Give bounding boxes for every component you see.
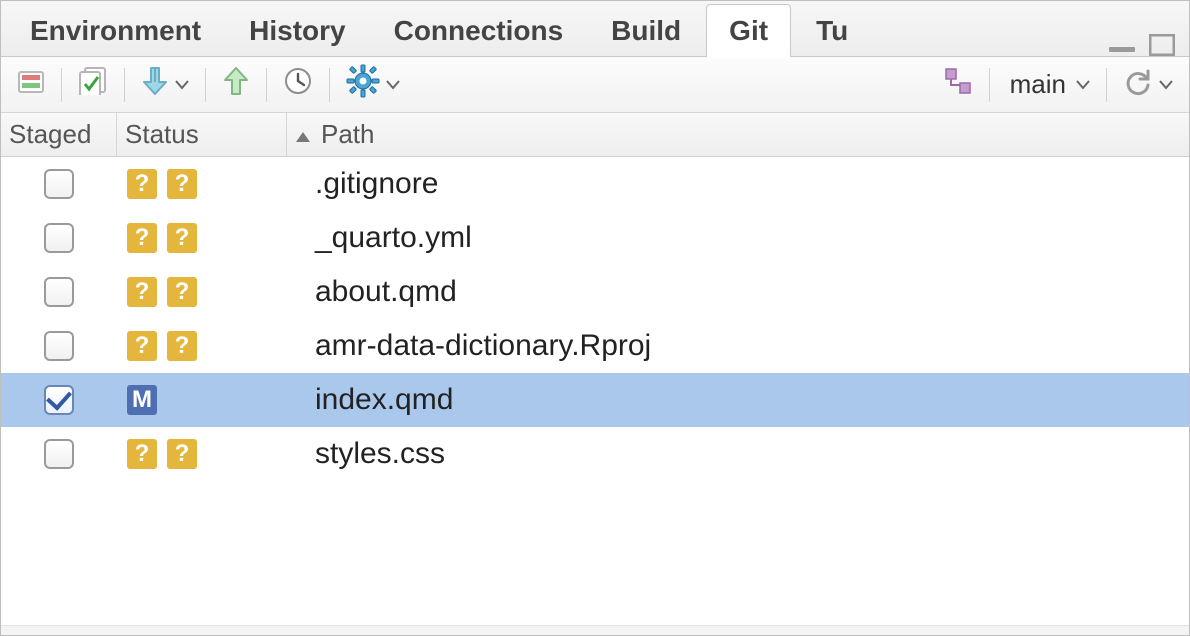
separator [124,68,125,102]
commit-button[interactable] [72,65,114,105]
file-path: about.qmd [287,275,1189,309]
file-path: styles.css [287,437,1189,471]
status-cell: ?? [117,277,287,307]
git-toolbar: main [1,57,1189,113]
status-cell: ?? [117,169,287,199]
file-path: _quarto.yml [287,221,1189,255]
separator [989,68,990,102]
file-path: index.qmd [287,383,1189,417]
status-untracked-badge: ? [127,223,157,253]
status-cell: ?? [117,439,287,469]
file-row[interactable]: ??_quarto.yml [1,211,1189,265]
file-row[interactable]: ??amr-data-dictionary.Rproj [1,319,1189,373]
status-untracked-badge: ? [167,223,197,253]
git-table-header: Staged Status Path [1,113,1189,157]
stage-checkbox[interactable] [44,223,74,253]
status-cell: ?? [117,223,287,253]
diff-icon [17,69,45,101]
status-untracked-badge: ? [167,277,197,307]
status-cell: ?? [117,331,287,361]
gear-icon [346,64,380,105]
pane-bottom-border [1,625,1189,635]
status-untracked-badge: ? [167,439,197,469]
column-path[interactable]: Path [287,113,1189,156]
column-label: Staged [9,119,91,149]
pull-button[interactable] [135,65,195,105]
git-pane: Environment History Connections Build Gi… [0,0,1190,636]
stage-checkbox[interactable] [44,439,74,469]
tab-label: Build [611,15,681,46]
tab-connections[interactable]: Connections [371,4,587,57]
column-label: Path [321,119,375,150]
separator [329,68,330,102]
tab-label: History [249,15,345,46]
file-row[interactable]: ??about.qmd [1,265,1189,319]
tab-history[interactable]: History [226,4,368,57]
git-file-list: ??.gitignore??_quarto.yml??about.qmd??am… [1,157,1189,625]
column-status[interactable]: Status [117,113,287,156]
tab-environment[interactable]: Environment [7,4,224,57]
separator [1106,68,1107,102]
stage-checkbox[interactable] [44,331,74,361]
maximize-pane-icon[interactable] [1149,34,1175,56]
file-path: .gitignore [287,167,1189,201]
sort-ascending-icon [295,119,311,150]
tab-label: Environment [30,15,201,46]
status-untracked-badge: ? [127,277,157,307]
file-row[interactable]: ??.gitignore [1,157,1189,211]
pane-tab-bar: Environment History Connections Build Gi… [1,1,1189,57]
column-staged[interactable]: Staged [1,113,117,156]
status-untracked-badge: ? [167,169,197,199]
file-row[interactable]: Mindex.qmd [1,373,1189,427]
history-button[interactable] [277,65,319,105]
tab-label: Git [729,15,768,46]
tab-label: Connections [394,15,564,46]
dropdown-caret-icon [386,80,400,90]
separator [266,68,267,102]
tab-git[interactable]: Git [706,4,791,57]
push-icon [222,66,250,103]
refresh-button[interactable] [1117,65,1179,105]
pull-icon [141,66,169,103]
file-row[interactable]: ??styles.css [1,427,1189,481]
status-cell: M [117,385,287,415]
column-label: Status [125,119,199,149]
stage-checkbox[interactable] [44,169,74,199]
dropdown-caret-icon [1076,80,1090,90]
status-untracked-badge: ? [127,331,157,361]
pane-window-controls [1107,34,1189,56]
new-branch-button[interactable] [937,65,979,105]
dropdown-caret-icon [175,80,189,90]
clock-icon [283,66,313,103]
dropdown-caret-icon [1159,80,1173,90]
push-button[interactable] [216,65,256,105]
branch-name: main [1006,69,1070,100]
tab-build[interactable]: Build [588,4,704,57]
minimize-pane-icon[interactable] [1107,35,1139,55]
separator [205,68,206,102]
branch-icon [943,66,973,103]
diff-button[interactable] [11,65,51,105]
file-path: amr-data-dictionary.Rproj [287,329,1189,363]
tab-tutorial[interactable]: Tutorial [793,4,849,57]
branch-selector[interactable]: main [1000,65,1096,105]
stage-checkbox[interactable] [44,277,74,307]
status-untracked-badge: ? [167,331,197,361]
stage-checkbox[interactable] [44,385,74,415]
separator [61,68,62,102]
status-untracked-badge: ? [127,169,157,199]
more-button[interactable] [340,65,406,105]
status-untracked-badge: ? [127,439,157,469]
tab-label: Tutorial [816,15,849,46]
refresh-icon [1123,66,1153,103]
commit-icon [78,67,108,102]
status-modified-badge: M [127,385,157,415]
